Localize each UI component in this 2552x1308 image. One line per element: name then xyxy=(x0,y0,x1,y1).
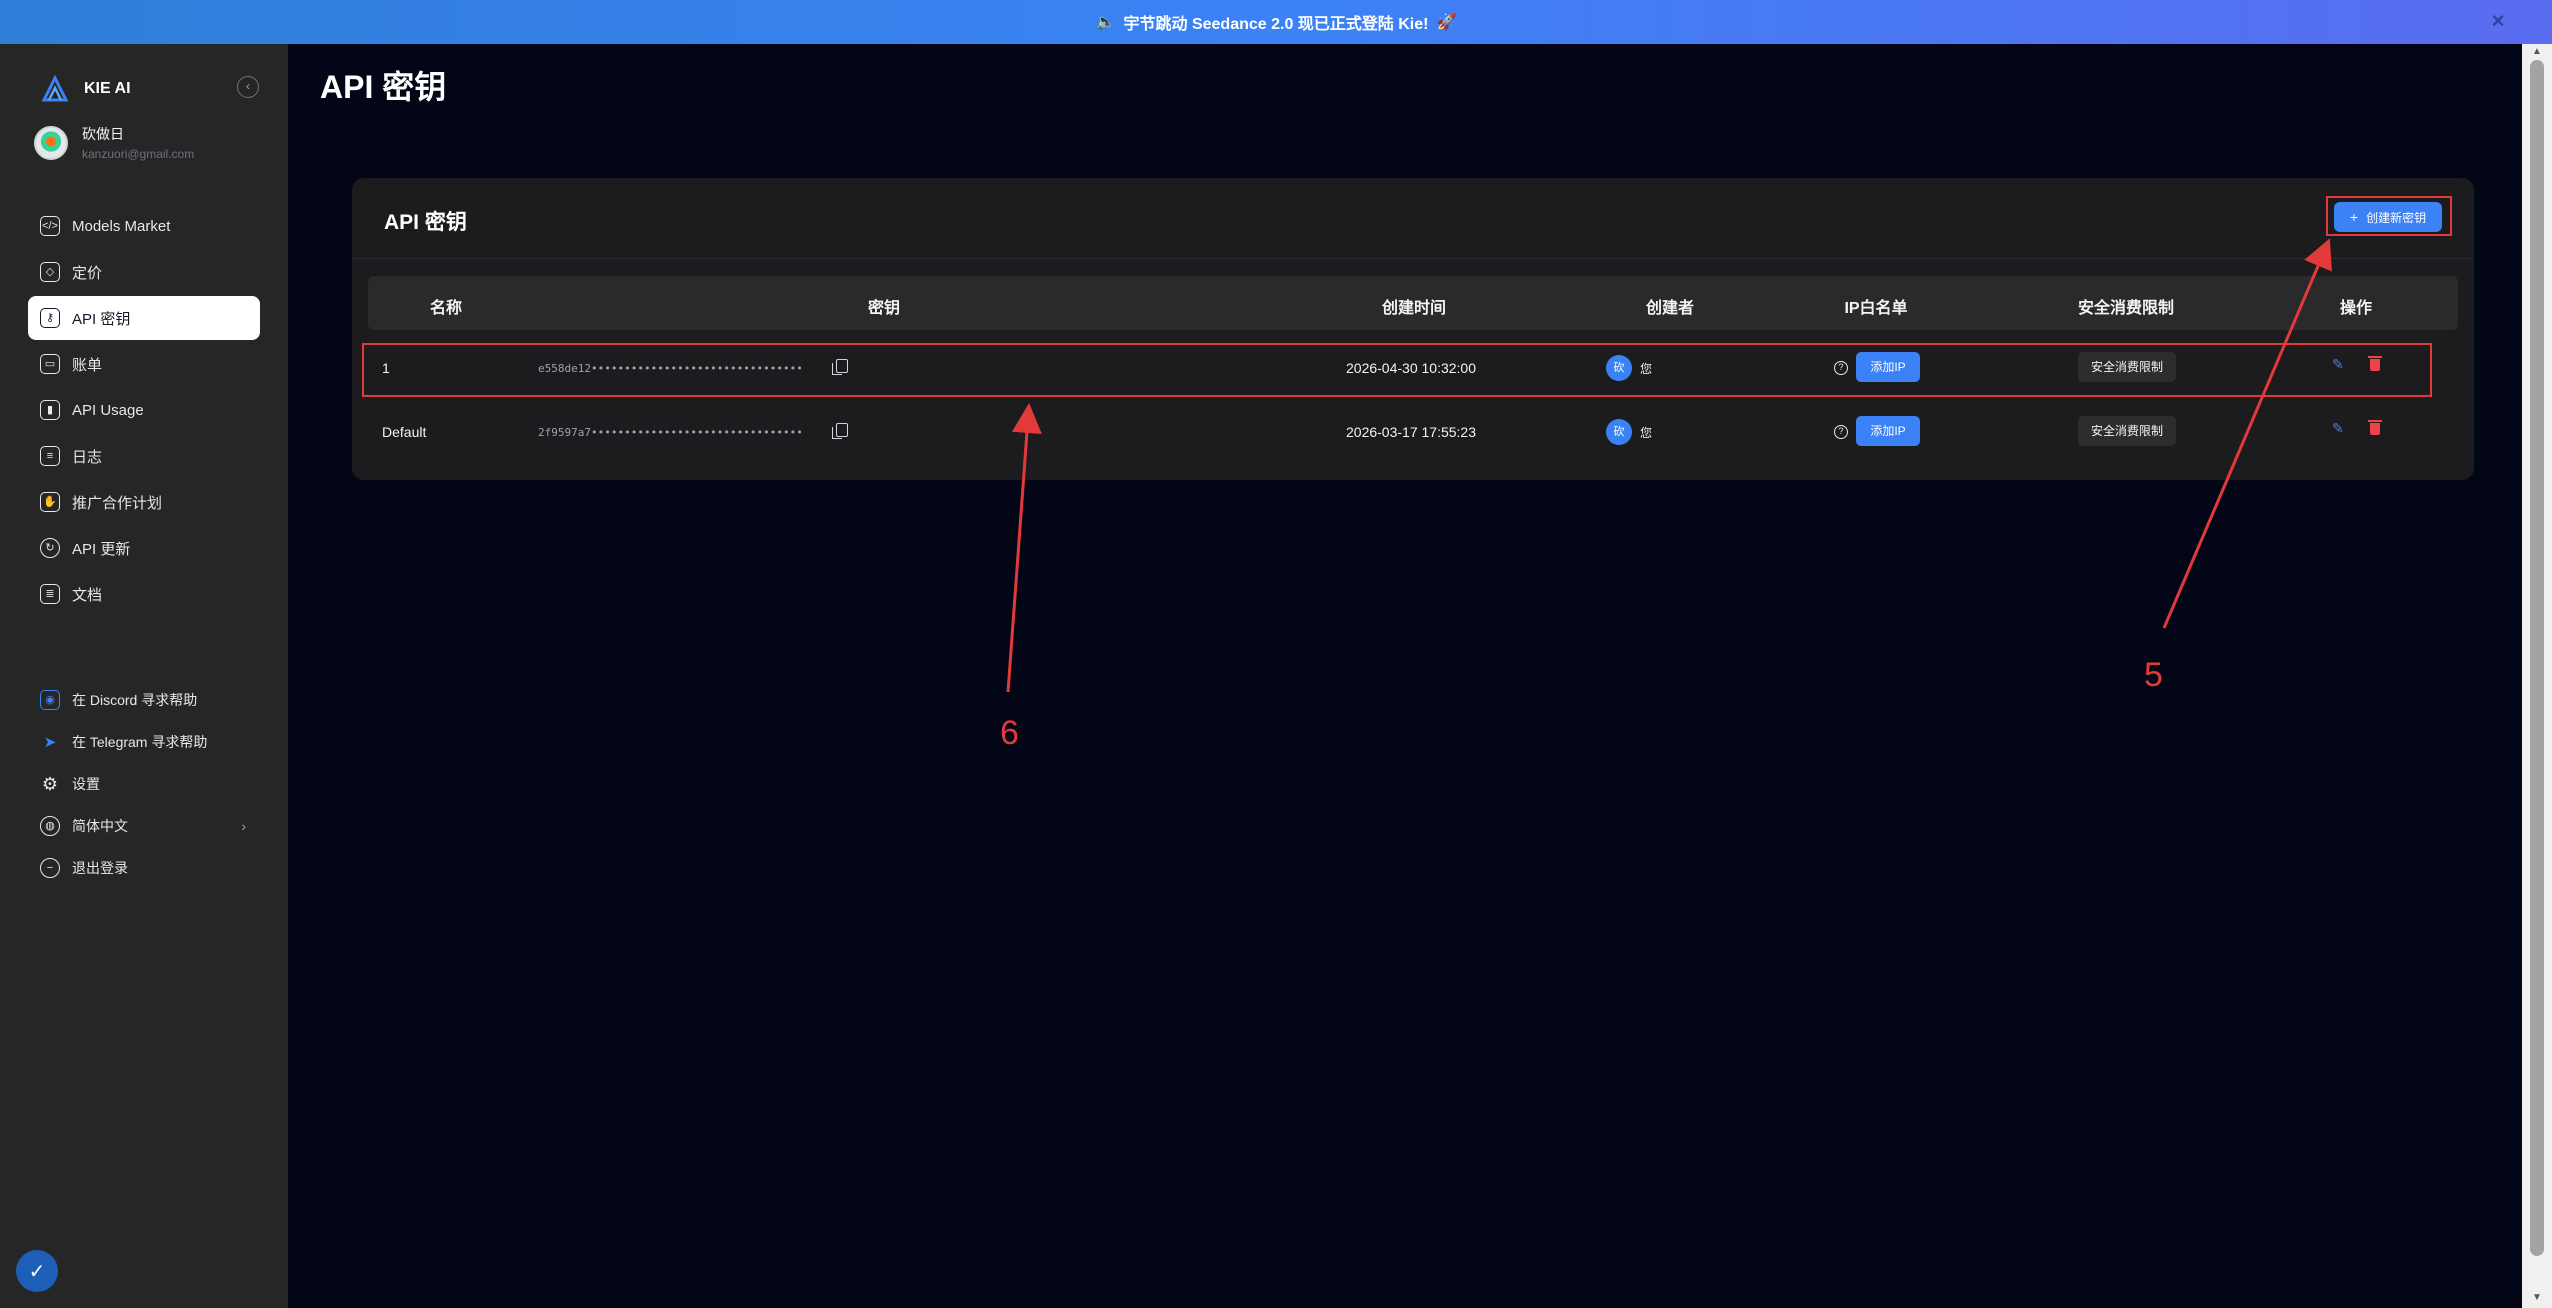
add-ip-button[interactable]: 添加IP xyxy=(1856,416,1920,446)
help-icon[interactable]: ? xyxy=(1834,425,1848,439)
doc-icon: ≣ xyxy=(40,584,60,604)
table-header: 名称 密钥 创建时间 创建者 IP白名单 安全消费限制 操作 xyxy=(368,276,2458,330)
sidebar-item-label: 定价 xyxy=(72,264,103,282)
code-icon: </> xyxy=(40,216,60,236)
sidebar-item-models-market[interactable]: </> Models Market xyxy=(28,204,260,248)
primary-nav: </> Models Market ◇ 定价 ⚷ API 密钥 ▭ 账单 ▮ A… xyxy=(28,204,260,618)
sidebar-item-label: Models Market xyxy=(72,217,171,235)
logout-icon: − xyxy=(40,858,60,878)
brand[interactable]: KIE AI xyxy=(40,74,131,104)
copy-icon[interactable] xyxy=(832,423,848,439)
api-keys-card: API 密钥 + 创建新密钥 名称 密钥 创建时间 创建者 IP白名单 安全消费… xyxy=(352,178,2474,480)
creator-avatar: 砍 xyxy=(1606,419,1632,445)
telegram-icon: ➤ xyxy=(43,733,57,751)
collapse-sidebar-button[interactable]: ‹ xyxy=(237,76,259,98)
annotation-highlight-create-button xyxy=(2326,196,2452,236)
discord-icon: ◉ xyxy=(40,690,60,710)
column-header-key: 密钥 xyxy=(867,300,901,317)
sidebar-item-logs[interactable]: ≡ 日志 xyxy=(28,434,260,478)
chart-icon: ▮ xyxy=(40,400,60,420)
card-icon: ▭ xyxy=(40,354,60,374)
sidebar-item-label: 简体中文 xyxy=(72,818,128,834)
delete-icon[interactable] xyxy=(2368,420,2382,435)
sidebar-item-label: 文档 xyxy=(72,586,103,604)
user-email: kanzuori@gmail.com xyxy=(82,147,195,161)
column-header-created: 创建时间 xyxy=(1381,300,1447,317)
brand-name: KIE AI xyxy=(84,80,131,97)
scroll-up-icon[interactable]: ▲ xyxy=(2530,46,2544,57)
sidebar-item-label: 在 Telegram 寻求帮助 xyxy=(72,734,208,750)
creator-label: 您 xyxy=(1640,426,1653,440)
sidebar-item-api-updates[interactable]: ↻ API 更新 xyxy=(28,526,260,570)
avatar xyxy=(34,125,68,160)
spend-limit-button[interactable]: 安全消费限制 xyxy=(2078,416,2176,446)
user-profile[interactable]: 砍做日 kanzuori@gmail.com xyxy=(34,124,194,161)
sidebar-item-label: 账单 xyxy=(72,356,103,374)
handshake-icon: ✋ xyxy=(40,492,60,512)
chevron-right-icon: › xyxy=(241,818,246,834)
gear-icon: ⚙ xyxy=(41,774,59,794)
annotation-highlight-key-row xyxy=(362,343,2432,397)
sidebar-item-telegram[interactable]: ➤ 在 Telegram 寻求帮助 xyxy=(28,722,260,762)
sidebar-item-discord[interactable]: ◉ 在 Discord 寻求帮助 xyxy=(28,680,260,720)
column-header-actions: 操作 xyxy=(2339,300,2373,317)
key-name: Default xyxy=(382,424,427,440)
table-row: Default 2f9597a7••••••••••••••••••••••••… xyxy=(368,407,2458,457)
sidebar-item-label: 设置 xyxy=(72,776,100,792)
sidebar-item-label: API 更新 xyxy=(72,540,131,558)
sidebar-item-language[interactable]: ◍ 简体中文 › xyxy=(28,806,260,846)
annotation-label-5: 5 xyxy=(2144,656,2163,694)
sidebar-item-label: 推广合作计划 xyxy=(72,494,163,512)
sidebar-item-label: API Usage xyxy=(72,401,144,419)
kie-logo-icon xyxy=(41,74,69,102)
card-divider xyxy=(352,258,2474,259)
scroll-down-icon[interactable]: ▼ xyxy=(2530,1292,2544,1303)
banner-text: 宇节跳动 Seedance 2.0 现已正式登陆 Kie! xyxy=(1123,16,1429,33)
column-header-name: 名称 xyxy=(429,300,463,317)
sidebar-item-docs[interactable]: ≣ 文档 xyxy=(28,572,260,616)
sidebar: KIE AI ‹ 砍做日 kanzuori@gmail.com </> Mode… xyxy=(0,44,288,1308)
cookie-settings-button[interactable]: ✓ xyxy=(16,1250,58,1292)
rocket-icon: 🚀 xyxy=(1436,14,1457,31)
secondary-nav: ◉ 在 Discord 寻求帮助 ➤ 在 Telegram 寻求帮助 ⚙ 设置 … xyxy=(28,680,260,890)
megaphone-icon: 🔈 xyxy=(1095,14,1116,31)
sidebar-item-label: 在 Discord 寻求帮助 xyxy=(72,692,198,708)
column-header-creator: 创建者 xyxy=(1645,300,1695,317)
sidebar-item-billing[interactable]: ▭ 账单 xyxy=(28,342,260,386)
announcement-banner[interactable]: 🔈 宇节跳动 Seedance 2.0 现已正式登陆 Kie! 🚀 × xyxy=(0,0,2552,44)
annotation-label-6: 6 xyxy=(1000,714,1019,752)
sidebar-item-label: 退出登录 xyxy=(72,860,128,876)
scrollbar-thumb[interactable] xyxy=(2530,60,2544,1256)
user-name: 砍做日 xyxy=(82,126,124,142)
refresh-icon: ↻ xyxy=(40,538,60,558)
key-value: 2f9597a7•••••••••••••••••••••••••••••••• xyxy=(538,426,803,439)
sidebar-item-settings[interactable]: ⚙ 设置 xyxy=(28,764,260,804)
page-title: API 密钥 xyxy=(320,69,447,105)
log-icon: ≡ xyxy=(40,446,60,466)
sidebar-item-affiliate[interactable]: ✋ 推广合作计划 xyxy=(28,480,260,524)
sidebar-item-api-keys[interactable]: ⚷ API 密钥 xyxy=(28,296,260,340)
sidebar-item-logout[interactable]: − 退出登录 xyxy=(28,848,260,888)
globe-icon: ◍ xyxy=(40,816,60,836)
sidebar-item-api-usage[interactable]: ▮ API Usage xyxy=(28,388,260,432)
banner-close-button[interactable]: × xyxy=(2486,10,2510,34)
card-title: API 密钥 xyxy=(384,211,467,234)
column-header-ip-whitelist: IP白名单 xyxy=(1844,300,1908,317)
created-time: 2026-03-17 17:55:23 xyxy=(1346,424,1476,440)
sidebar-item-pricing[interactable]: ◇ 定价 xyxy=(28,250,260,294)
sidebar-item-label: API 密钥 xyxy=(72,310,131,328)
sidebar-item-label: 日志 xyxy=(72,448,103,466)
column-header-spend-limit: 安全消费限制 xyxy=(2077,300,2175,317)
tag-icon: ◇ xyxy=(40,262,60,282)
edit-icon[interactable]: ✎ xyxy=(2332,421,2346,435)
key-icon: ⚷ xyxy=(40,308,60,328)
